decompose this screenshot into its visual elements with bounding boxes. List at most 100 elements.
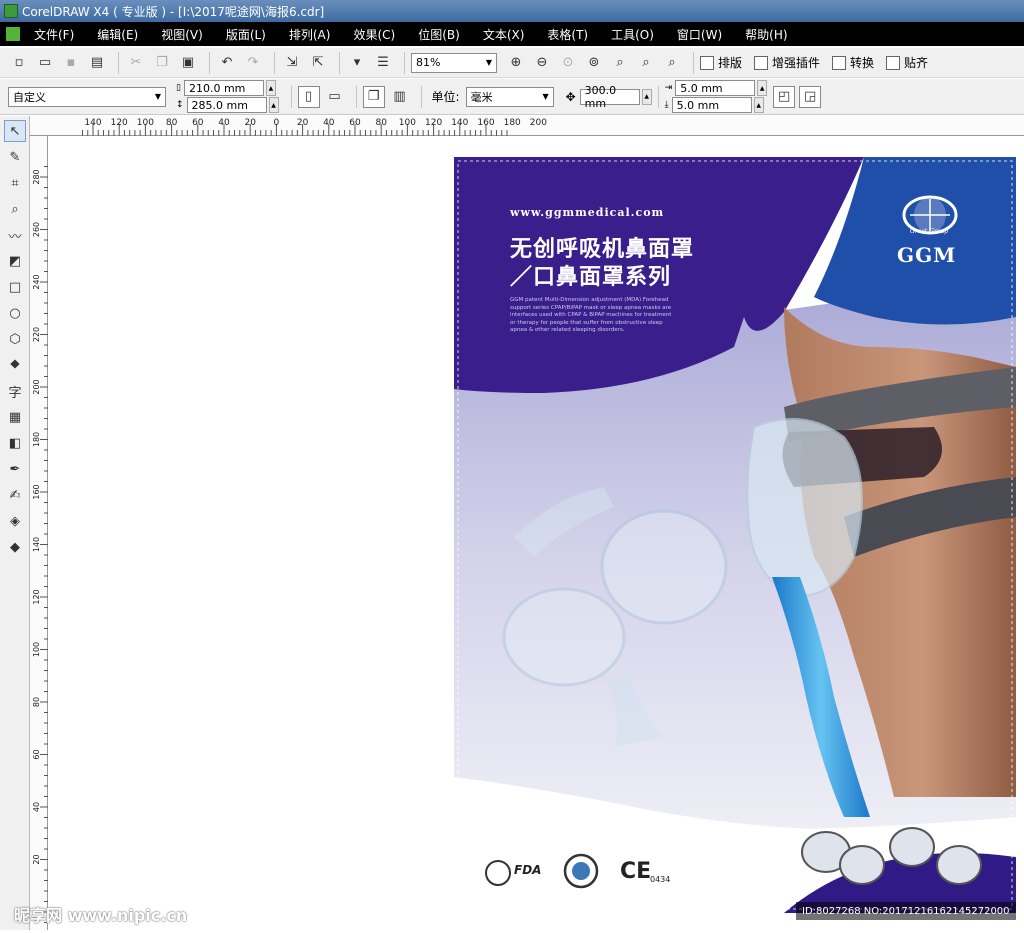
page-size-fields: ▯ 210.0 mm ▲ ↕ 285.0 mm ▲ (176, 80, 279, 113)
portrait-icon[interactable]: ▯ (297, 85, 320, 108)
print-icon[interactable]: ▤ (86, 52, 108, 74)
menu-layout[interactable]: 版面(L) (226, 26, 266, 43)
redo-icon[interactable]: ↷ (242, 52, 264, 74)
toolbar-divider (404, 51, 405, 74)
application-launcher-icon[interactable]: ▾ (346, 52, 368, 74)
page-height-input[interactable]: 285.0 mm (186, 97, 267, 113)
landscape-icon[interactable]: ▭ (324, 86, 346, 108)
imposition-button[interactable]: 排版 (700, 54, 742, 71)
all-pages-icon[interactable]: ❐ (362, 85, 385, 108)
horizontal-ruler[interactable]: 140 120 100 80 60 40 20 0 20 40 60 80 100 120 140 160 18… (30, 116, 1024, 136)
menu-edit[interactable]: 编辑(E) (97, 26, 138, 43)
menu-tools[interactable]: 工具(O) (611, 26, 654, 43)
nudge-distance-input[interactable]: 300.0 mm (579, 84, 640, 110)
ruler-label: 80 (166, 118, 178, 128)
treat-as-filled-icon[interactable]: ◰ (773, 85, 796, 108)
new-document-icon[interactable]: ▫ (8, 52, 30, 74)
zoom-level-select[interactable]: 81% ▼ (411, 52, 497, 73)
ruler-label: 140 (84, 118, 101, 128)
menu-bitmaps[interactable]: 位图(B) (418, 26, 460, 43)
ruler-label: 20 (297, 118, 309, 128)
rectangle-tool-icon[interactable]: □ (4, 276, 26, 298)
chevron-down-icon: ▼ (542, 92, 549, 101)
pick-tool-icon[interactable]: ↖ (4, 120, 26, 142)
zoom-all-icon[interactable]: ⊚ (583, 52, 605, 74)
undo-icon[interactable]: ↶ (216, 52, 238, 74)
toolbar-divider (355, 85, 357, 108)
ruler-label: 100 (32, 642, 41, 657)
ruler-label: 140 (32, 537, 41, 552)
enhance-plugin-label: 增强插件 (772, 56, 821, 70)
menu-window[interactable]: 窗口(W) (677, 26, 722, 43)
ellipse-tool-icon[interactable]: ○ (4, 302, 26, 324)
welcome-screen-icon[interactable]: ☰ (372, 52, 394, 74)
text-tool-icon[interactable]: 字 (4, 380, 26, 402)
paper-preset-select[interactable]: 自定义 ▼ (8, 86, 166, 107)
vertical-ruler-ticks: 280 260 240 220 200 180 160 140 120 100 80 60 40 20 (32, 166, 48, 923)
freehand-tool-icon[interactable]: 〰 (4, 224, 26, 246)
nudge-spinner[interactable]: ▲ (641, 88, 652, 105)
basic-shapes-tool-icon[interactable]: ⯁ (4, 354, 26, 376)
ruler-label: 40 (32, 802, 41, 812)
vertical-ruler[interactable]: 280 260 240 220 200 180 160 140 120 100 80 60 40 20 (30, 136, 48, 930)
units-select[interactable]: 毫米 ▼ (465, 86, 554, 107)
zoom-tool-icon[interactable]: ⌕ (4, 198, 26, 220)
menu-file[interactable]: 文件(F) (34, 26, 74, 43)
open-folder-icon[interactable]: ▭ (34, 52, 56, 74)
zoom-out-icon[interactable]: ⊖ (531, 52, 553, 74)
page-width-spinner[interactable]: ▲ (265, 80, 276, 96)
zoom-in-icon[interactable]: ⊕ (505, 52, 527, 74)
cut-icon[interactable]: ✂ (125, 52, 147, 74)
crop-tool-icon[interactable]: ⌗ (4, 172, 26, 194)
poster-title-line2: ／口鼻面罩系列 (510, 265, 672, 290)
zoom-width-icon[interactable]: ⌕ (635, 52, 657, 74)
ruler-label: 60 (32, 749, 41, 759)
ruler-label: 60 (349, 118, 361, 128)
save-icon[interactable]: ▪ (60, 52, 82, 74)
poster-artwork[interactable]: www.ggmmedical.com 无创呼吸机鼻面罩 ／口鼻面罩系列 GGM … (454, 157, 1016, 913)
toolbar-divider (657, 85, 659, 108)
outline-tool-icon[interactable]: ✍ (4, 484, 26, 506)
zoom-height-icon[interactable]: ⌕ (661, 52, 683, 74)
ruler-label: 120 (111, 118, 128, 128)
convert-button[interactable]: 转换 (832, 54, 874, 71)
menu-table[interactable]: 表格(T) (547, 26, 588, 43)
duplicate-y-spinner[interactable]: ▲ (753, 97, 764, 113)
poster-description: GGM patent Multi-Dimension adjustment (M… (510, 297, 672, 334)
table-tool-icon[interactable]: ▦ (4, 406, 26, 428)
fill-tool-icon[interactable]: ◈ (4, 510, 26, 532)
menu-view[interactable]: 视图(V) (161, 26, 203, 43)
paste-icon[interactable]: ▣ (177, 52, 199, 74)
draw-objects-icon[interactable]: ◲ (799, 85, 822, 108)
duplicate-y-input[interactable]: 5.0 mm (671, 97, 752, 113)
import-icon[interactable]: ⇲ (281, 52, 303, 74)
zoom-selected-icon[interactable]: ⊙ (557, 52, 579, 74)
menu-text[interactable]: 文本(X) (483, 26, 525, 43)
menu-arrange[interactable]: 排列(A) (289, 26, 331, 43)
duplicate-x-input[interactable]: 5.0 mm (675, 80, 756, 96)
ruler-label: 260 (32, 222, 41, 237)
shape-tool-icon[interactable]: ✎ (4, 146, 26, 168)
export-icon[interactable]: ⇱ (307, 52, 329, 74)
zoom-page-icon[interactable]: ⌕ (609, 52, 631, 74)
ruler-label: 220 (32, 327, 41, 342)
smart-fill-tool-icon[interactable]: ◩ (4, 250, 26, 272)
imposition-icon (700, 55, 714, 70)
current-page-icon[interactable]: ▥ (389, 86, 411, 108)
polygon-tool-icon[interactable]: ⬡ (4, 328, 26, 350)
enhance-plugin-button[interactable]: 增强插件 (754, 54, 820, 71)
menu-help[interactable]: 帮助(H) (745, 26, 787, 43)
chevron-down-icon: ▼ (154, 92, 161, 101)
copy-icon[interactable]: ❐ (151, 52, 173, 74)
ruler-label: 40 (218, 118, 230, 128)
eyedropper-tool-icon[interactable]: ✒ (4, 458, 26, 480)
duplicate-x-spinner[interactable]: ▲ (757, 80, 768, 96)
menu-effects[interactable]: 效果(C) (353, 26, 395, 43)
page-width-input[interactable]: 210.0 mm (183, 80, 264, 96)
units-label: 单位: (431, 90, 460, 104)
page-height-spinner[interactable]: ▲ (268, 97, 279, 113)
snap-button[interactable]: 贴齐 (886, 54, 928, 71)
interactive-blend-tool-icon[interactable]: ◧ (4, 432, 26, 454)
document-icon[interactable] (6, 27, 20, 41)
interactive-fill-tool-icon[interactable]: ◆ (4, 536, 26, 558)
